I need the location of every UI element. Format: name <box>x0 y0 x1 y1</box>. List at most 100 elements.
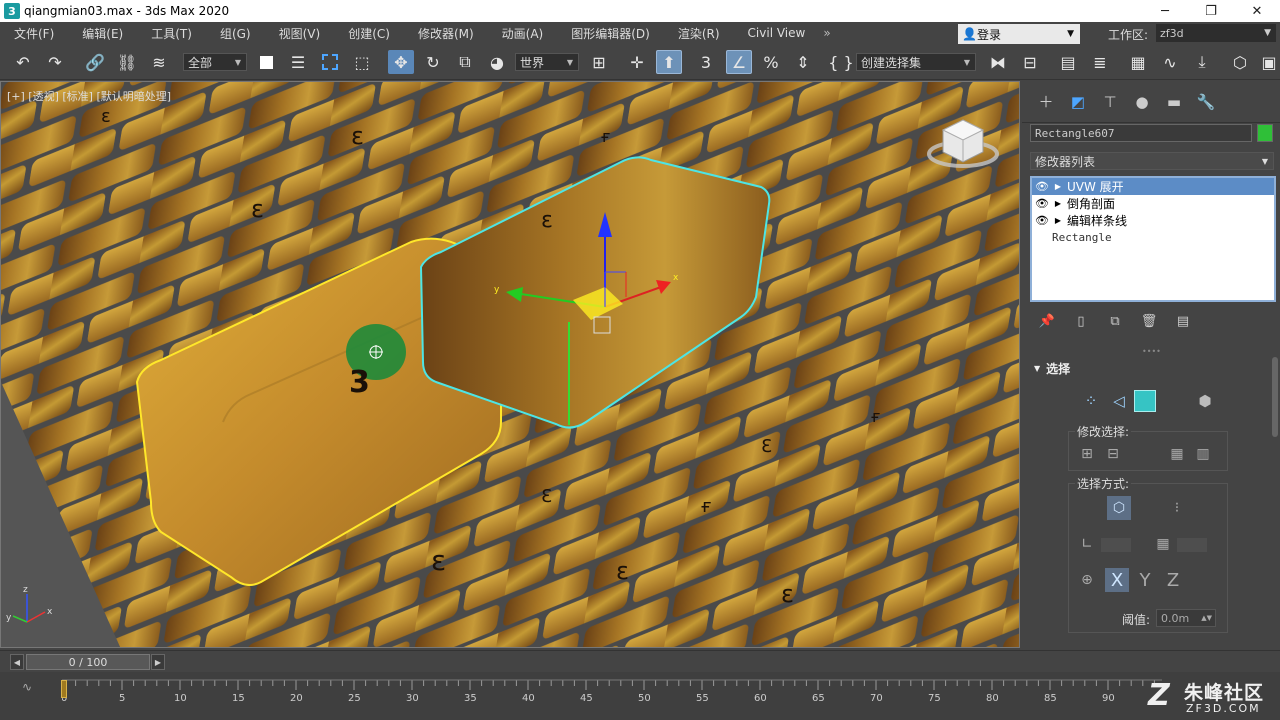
selection-rollout-header[interactable]: ▼ 选择 <box>1030 357 1268 379</box>
selection-filter-dropdown[interactable]: 全部 ▼ <box>183 53 247 71</box>
keyboard-shortcut-override-button[interactable]: ⬆ <box>656 50 682 74</box>
eye-icon[interactable]: 👁 <box>1035 197 1051 210</box>
axis-x-button[interactable]: X <box>1105 568 1129 592</box>
make-unique-button[interactable]: ⧉ <box>1098 314 1132 329</box>
panel-divider[interactable]: •••• <box>1142 347 1161 356</box>
expand-triangle-icon[interactable]: ▶ <box>1051 182 1065 191</box>
select-by-vertex-button[interactable]: ⁝ <box>1165 496 1189 520</box>
stack-item-uvw-unwrap[interactable]: 👁 ▶ UVW 展开 <box>1032 178 1274 195</box>
track-bar[interactable]: ∿ 0 5 10 15 20 25 30 35 40 45 50 55 60 65 70 75 80 85 90 <box>0 672 1280 720</box>
current-frame-marker[interactable] <box>61 680 67 698</box>
command-panel-scrollbar[interactable] <box>1272 357 1278 437</box>
frame-ruler[interactable]: 0 5 10 15 20 25 30 35 40 45 50 55 60 65 70 75 80 85 90 <box>62 676 1162 706</box>
tab-hierarchy[interactable]: ⊤ <box>1094 88 1126 116</box>
stack-item-edit-spline[interactable]: 👁 ▶ 编辑样条线 <box>1032 212 1274 229</box>
planar-select-button[interactable]: ▦ <box>1151 532 1175 556</box>
object-color-swatch[interactable] <box>1257 124 1273 142</box>
material-editor-button[interactable]: ⬡ <box>1227 50 1253 74</box>
polygon-mode-button[interactable] <box>1134 390 1156 412</box>
stack-item-bevel-profile[interactable]: 👁 ▶ 倒角剖面 <box>1032 195 1274 212</box>
tab-display[interactable]: ▬ <box>1158 88 1190 116</box>
angle-input[interactable] <box>1101 538 1131 552</box>
select-object-button[interactable] <box>253 50 279 74</box>
scene-explorer-button[interactable]: ▤ <box>1055 50 1081 74</box>
spinner-arrows-icon[interactable]: ▲▼ <box>1201 614 1212 622</box>
modifier-list-dropdown[interactable]: 修改器列表 ▼ <box>1030 152 1274 170</box>
tab-create[interactable]: ＋ <box>1030 88 1062 116</box>
curve-editor-button[interactable]: ∿ <box>1157 50 1183 74</box>
select-manipulate-button[interactable]: ✛ <box>624 50 650 74</box>
threshold-spinner[interactable]: 0.0m ▲▼ <box>1156 609 1216 627</box>
close-button[interactable]: ✕ <box>1234 0 1280 22</box>
schematic-view-button[interactable]: ⤓ <box>1189 50 1215 74</box>
grow-selection-button[interactable]: ⊞ <box>1075 442 1099 466</box>
select-and-rotate-button[interactable]: ↻ <box>420 50 446 74</box>
undo-button[interactable]: ↶ <box>10 50 36 74</box>
tab-motion[interactable]: ● <box>1126 88 1158 116</box>
expand-triangle-icon[interactable]: ▶ <box>1051 216 1065 225</box>
remove-modifier-button[interactable]: 🗑 <box>1132 314 1166 329</box>
select-by-angle-button[interactable]: ∟ <box>1075 532 1099 556</box>
object-name-field[interactable]: Rectangle607 <box>1030 124 1252 142</box>
planar-input[interactable] <box>1177 538 1207 552</box>
stack-item-base-object[interactable]: Rectangle <box>1032 229 1274 246</box>
show-end-result-button[interactable]: ▯ <box>1064 314 1098 329</box>
viewport-label[interactable]: [+] [透视] [标准] [默认明暗处理] <box>7 88 171 104</box>
edge-mode-button[interactable]: ◁ <box>1106 389 1132 413</box>
axis-z-button[interactable]: Z <box>1161 568 1185 592</box>
maximize-button[interactable]: ❐ <box>1188 0 1234 22</box>
expand-triangle-icon[interactable]: ▶ <box>1051 199 1065 208</box>
select-and-move-button[interactable]: ✥ <box>388 50 414 74</box>
render-setup-button[interactable]: ▣ <box>1256 50 1280 74</box>
spinner-snap-toggle-button[interactable]: ⇕ <box>790 50 816 74</box>
perspective-viewport[interactable]: ε ε ε ε ε Ɛ ғ ғ Ɛ ε ғ 3 ε x y x z y [+] … <box>0 81 1020 648</box>
workspace-dropdown[interactable]: zf3d ▼ <box>1156 24 1276 42</box>
element-mode-button[interactable]: ⬢ <box>1192 389 1218 413</box>
redo-button[interactable]: ↷ <box>42 50 68 74</box>
rectangular-selection-button[interactable] <box>317 50 343 74</box>
pin-stack-button[interactable]: 📌 <box>1030 314 1064 329</box>
link-button[interactable]: 🔗 <box>82 50 108 74</box>
axis-y-button[interactable]: Y <box>1133 568 1157 592</box>
toggle-ribbon-button[interactable]: ▦ <box>1125 50 1151 74</box>
angle-snap-toggle-button[interactable]: ∠ <box>726 50 752 74</box>
tab-modify[interactable]: ◩ <box>1062 88 1094 116</box>
pivot-center-button[interactable]: ⊞ <box>586 50 612 74</box>
percent-snap-toggle-button[interactable]: % <box>758 50 784 74</box>
select-by-element-button[interactable]: ⬡ <box>1107 496 1131 520</box>
menu-graph-editors[interactable]: 图形编辑器(D) <box>557 25 664 42</box>
menu-rendering[interactable]: 渲染(R) <box>664 25 734 42</box>
configure-sets-button[interactable]: ▤ <box>1166 314 1200 329</box>
minimize-button[interactable]: ─ <box>1142 0 1188 22</box>
bind-space-warp-button[interactable]: ≋ <box>146 50 172 74</box>
time-slider-thumb[interactable]: 0 / 100 <box>26 654 150 670</box>
menu-views[interactable]: 视图(V) <box>265 25 335 42</box>
login-dropdown[interactable]: 👤 登录 ▼ <box>958 24 1080 44</box>
named-selection-dropdown[interactable]: 创建选择集 ▼ <box>856 53 976 71</box>
eye-icon[interactable]: 👁 <box>1035 180 1051 193</box>
tab-utilities[interactable]: 🔧 <box>1190 88 1222 116</box>
menu-create[interactable]: 创建(C) <box>334 25 404 42</box>
menu-edit[interactable]: 编辑(E) <box>68 25 137 42</box>
loop-selection-button[interactable]: ▦ <box>1165 442 1189 466</box>
menu-civil-view[interactable]: Civil View <box>734 26 820 40</box>
reference-coordinate-dropdown[interactable]: 世界 ▼ <box>515 53 579 71</box>
select-and-place-button[interactable]: ◕ <box>484 50 510 74</box>
menu-modifiers[interactable]: 修改器(M) <box>404 25 488 42</box>
align-button[interactable]: ⊟ <box>1017 50 1043 74</box>
unlink-button[interactable]: ⛓ <box>114 50 140 74</box>
menu-animation[interactable]: 动画(A) <box>488 25 558 42</box>
eye-icon[interactable]: 👁 <box>1035 214 1051 227</box>
select-by-name-button[interactable]: ☰ <box>285 50 311 74</box>
edit-named-selection-button[interactable]: { } <box>828 50 854 74</box>
mini-curve-editor-icon[interactable]: ∿ <box>22 680 32 694</box>
window-crossing-button[interactable]: ⬚ <box>349 50 375 74</box>
time-slider-next-button[interactable]: ▶ <box>151 654 165 670</box>
time-slider-prev-button[interactable]: ◀ <box>10 654 24 670</box>
shrink-selection-button[interactable]: ⊟ <box>1101 442 1125 466</box>
ring-selection-button[interactable]: ▥ <box>1191 442 1215 466</box>
menu-group[interactable]: 组(G) <box>206 25 265 42</box>
vertex-mode-button[interactable]: ⁘ <box>1078 389 1104 413</box>
menu-more-icon[interactable]: » <box>823 26 830 40</box>
layer-explorer-button[interactable]: ≣ <box>1087 50 1113 74</box>
